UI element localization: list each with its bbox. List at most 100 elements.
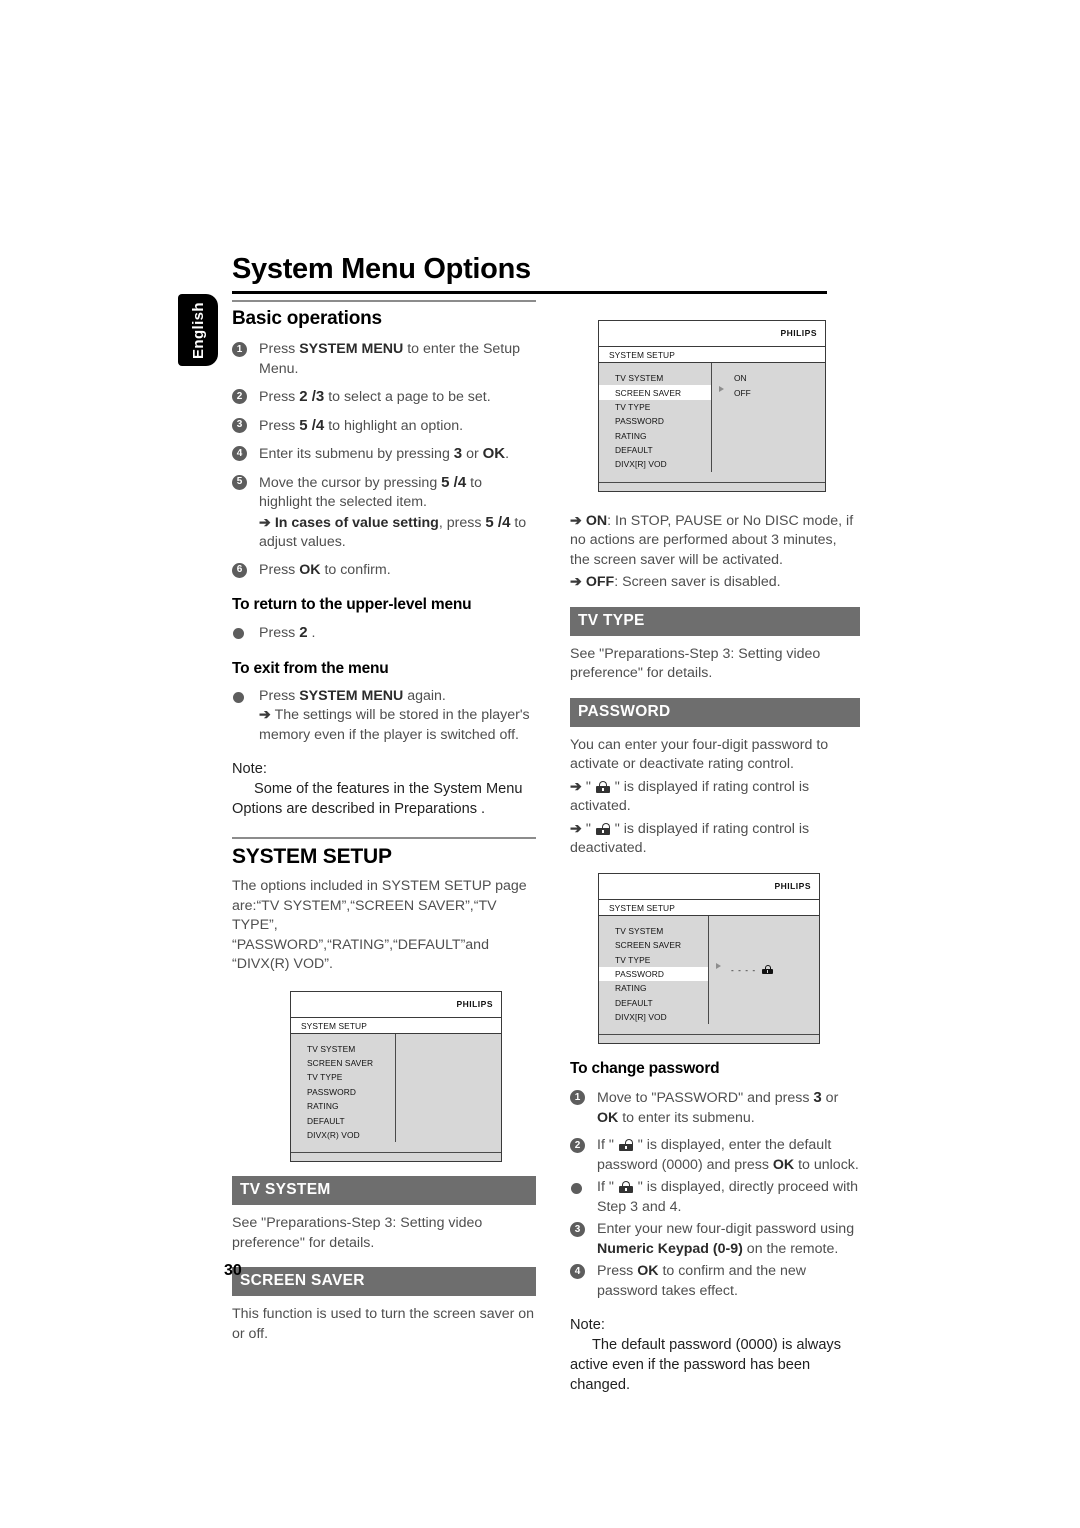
bullet-text-pre: Press <box>259 687 300 704</box>
note-label: Note: <box>570 1317 605 1334</box>
step-text-pre: Press <box>259 561 300 578</box>
step-text-pre: Move the cursor by pressing <box>259 474 442 491</box>
bullet-item: If " " is displayed, directly proceed wi… <box>570 1178 860 1217</box>
tv-menu-list: TV SYSTEM SCREEN SAVER TV TYPE PASSWORD … <box>599 363 712 472</box>
tv-panel: TV SYSTEM SCREEN SAVER TV TYPE PASSWORD … <box>599 363 825 482</box>
tv-menu-item[interactable]: DEFAULT <box>599 996 708 1010</box>
bullet-text-bold: SYSTEM MENU <box>299 687 404 704</box>
page-number: 30 <box>224 1262 242 1279</box>
tv-submenu-option[interactable]: ON <box>712 371 825 385</box>
manual-page: English System Menu Options Basic operat… <box>0 0 1080 1528</box>
tv-menu-item[interactable]: TV SYSTEM <box>599 371 711 385</box>
exit-arrow-text: The settings will be stored in the playe… <box>259 707 530 743</box>
step-text-bold2: OK <box>597 1109 619 1126</box>
cursor-arrow-icon <box>716 962 721 969</box>
password-dashes: - - - - <box>731 964 757 975</box>
tv-password-value-row[interactable]: - - - - <box>709 963 819 977</box>
step-number: 2 <box>570 1138 585 1154</box>
tv-screen: PHILIPS SYSTEM SETUP TV SYSTEM SCREEN SA… <box>598 872 820 1045</box>
bullet-text-post: " is displayed, directly proceed with St… <box>597 1179 859 1215</box>
sub-arrow-bold: In cases of value setting <box>274 514 439 531</box>
step-item: 4 Enter its submenu by pressing 3 or OK. <box>232 444 536 465</box>
step-text-bold: Numeric Keypad (0-9) <box>597 1240 743 1257</box>
step-number: 3 <box>232 417 247 433</box>
on-label: ON <box>585 512 608 529</box>
title-rule <box>232 291 827 294</box>
tv-title-row: SYSTEM SETUP <box>291 1017 501 1034</box>
unlocked-pre: " <box>585 820 595 837</box>
tv-submenu-panel: ON OFF <box>712 363 825 472</box>
note-text: The default password (0000) is always ac… <box>570 1337 842 1394</box>
return-bullets: Press 2 . <box>232 623 536 644</box>
arrow-icon: ➔ <box>259 514 271 531</box>
philips-logo: PHILIPS <box>456 998 493 1009</box>
step-text-pre: Move to "PASSWORD" and press <box>597 1090 814 1107</box>
tv-menu-item[interactable]: DIVX[R] VOD <box>599 1010 708 1024</box>
tv-menu-item-selected[interactable]: PASSWORD <box>599 966 708 982</box>
note-label: Note: <box>232 761 267 777</box>
step-text-post: . <box>505 446 510 462</box>
tv-menu-item[interactable]: TV TYPE <box>599 400 711 414</box>
tv-type-text: See "Preparations-Step 3: Setting video … <box>570 645 821 682</box>
tv-submenu-option[interactable]: OFF <box>712 385 825 399</box>
tv-panel: TV SYSTEM SCREEN SAVER TV TYPE PASSWORD … <box>291 1033 501 1153</box>
bullet-text-post: again. <box>403 687 446 704</box>
return-to-upper-menu-heading: To return to the upper-level menu <box>232 596 472 613</box>
tv-menu-item[interactable]: DIVX[R] VOD <box>599 457 711 471</box>
step-item: 2 Press 2 /3 to select a page to be set. <box>232 387 536 408</box>
off-text: : Screen saver is disabled. <box>614 574 781 591</box>
tv-menu-item[interactable]: SCREEN SAVER <box>599 938 708 952</box>
right-column: PHILIPS SYSTEM SETUP TV SYSTEM SCREEN SA… <box>570 300 860 1405</box>
tv-menu-item[interactable]: SCREEN SAVER <box>291 1056 395 1070</box>
step-text-post: to select a page to be set. <box>324 389 491 405</box>
tv-submenu-panel <box>396 1034 501 1143</box>
step-text-pre: Press <box>259 417 300 434</box>
section-bar-screen-saver: SCREEN SAVER <box>232 1267 536 1297</box>
step-text-bold: SYSTEM MENU <box>299 341 404 357</box>
language-tab-label: English <box>189 301 207 359</box>
tv-menu-item[interactable]: RATING <box>599 429 711 443</box>
step-text-pre: Enter its submenu by pressing <box>259 446 454 462</box>
step-text-pre: Press <box>597 1263 638 1280</box>
bullet-text-bold: 2 <box>299 624 308 641</box>
bullet-text-pre: If " <box>597 1179 618 1196</box>
note-block: Note: Some of the features in the System… <box>232 759 536 819</box>
arrow-icon: ➔ <box>570 778 582 795</box>
lock-closed-icon <box>618 1181 633 1194</box>
bullet-dot-icon <box>233 628 244 639</box>
step-text-bold: 3 <box>453 445 463 462</box>
tv-menu-item[interactable]: TV TYPE <box>291 1070 395 1084</box>
step-text-bold: 3 <box>813 1089 822 1107</box>
tv-menu-item[interactable]: RATING <box>291 1099 395 1113</box>
off-label: OFF <box>585 574 615 591</box>
bullet-text-pre: Press <box>259 625 300 641</box>
tv-menu-item[interactable]: TV SYSTEM <box>599 924 708 938</box>
step-number: 5 <box>232 474 247 490</box>
tv-screen-title: SYSTEM SETUP <box>609 902 675 913</box>
step-text-post: to enter its submenu. <box>618 1109 755 1126</box>
tv-menu-item[interactable]: TV TYPE <box>599 952 708 966</box>
tv-menu-item[interactable]: RATING <box>599 981 708 995</box>
tv-system-text: See "Preparations-Step 3: Setting video … <box>232 1215 483 1251</box>
lock-closed-icon <box>762 965 774 975</box>
step-text-bold2: OK <box>482 445 506 462</box>
change-password-steps: 1 Move to "PASSWORD" and press 3 or OK t… <box>570 1088 860 1301</box>
bullet-item: Press SYSTEM MENU again. ➔ The settings … <box>232 687 536 746</box>
tv-screen-graphic-screen-saver: PHILIPS SYSTEM SETUP TV SYSTEM SCREEN SA… <box>598 320 826 492</box>
tv-menu-item-selected[interactable]: SCREEN SAVER <box>599 385 711 400</box>
philips-logo: PHILIPS <box>774 880 811 891</box>
tv-menu-item[interactable]: PASSWORD <box>599 414 711 428</box>
tv-menu-item[interactable]: PASSWORD <box>291 1085 395 1099</box>
step-item: 1 Move to "PASSWORD" and press 3 or OK t… <box>570 1088 860 1128</box>
tv-menu-item[interactable]: TV SYSTEM <box>291 1042 395 1056</box>
tv-footer-bar <box>291 1152 501 1162</box>
sub-arrow-mid: , press <box>438 514 486 531</box>
change-password-heading: To change password <box>570 1060 720 1078</box>
tv-menu-item[interactable]: DEFAULT <box>599 443 711 457</box>
tv-screen-graphic-password: PHILIPS SYSTEM SETUP TV SYSTEM SCREEN SA… <box>598 872 820 1045</box>
tv-menu-item[interactable]: DEFAULT <box>291 1113 395 1127</box>
step-item: 3 Enter your new four-digit password usi… <box>570 1220 860 1259</box>
tv-menu-item[interactable]: DIVX(R) VOD <box>291 1128 395 1142</box>
bullet-item: Press 2 . <box>232 623 536 644</box>
step-sub-arrow-line: ➔ In cases of value setting, press 5 /4 … <box>259 513 536 553</box>
